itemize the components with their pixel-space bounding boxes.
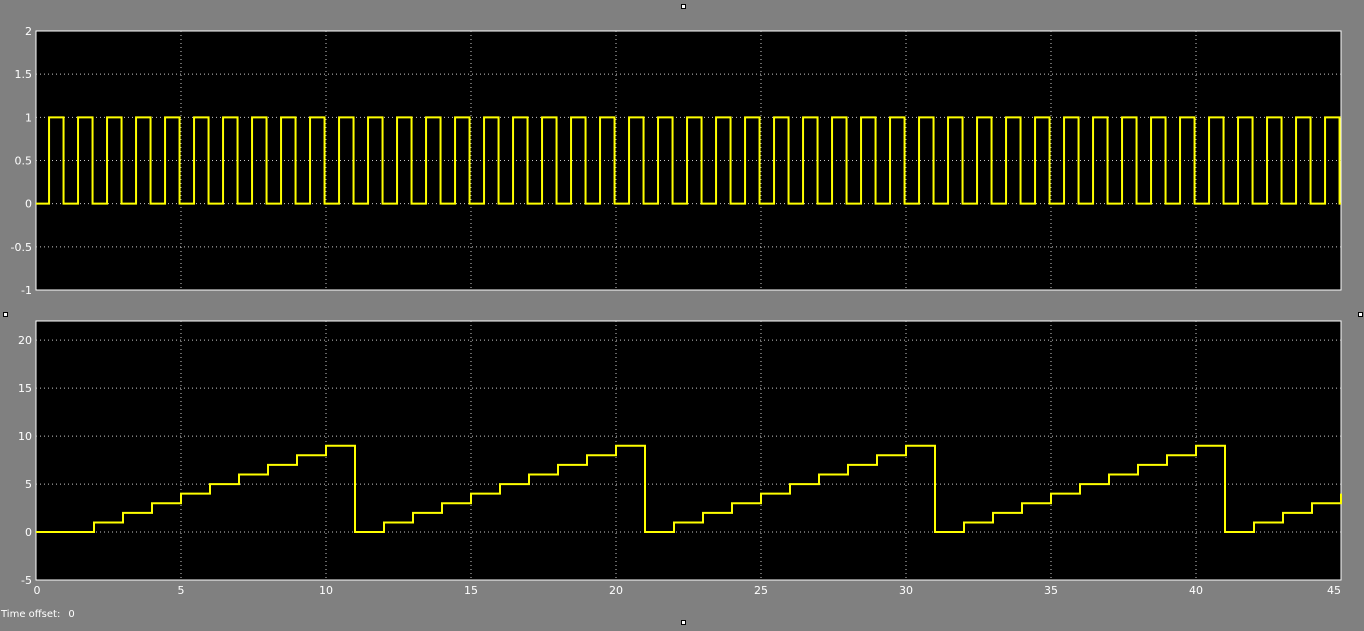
plot-area-bottom — [35, 320, 1342, 581]
y-tick-label-bottom: 15 — [18, 382, 32, 395]
y-tick-label-bottom: 0 — [25, 526, 32, 539]
scope-window: -1 -0.5 0 0.5 1 1.5 2 -5 0 5 10 15 20 0 5 10 15 20 25 30 35 4… — [0, 0, 1364, 627]
x-tick-label-bottom: 25 — [754, 584, 768, 597]
time-offset-value: 0 — [68, 609, 75, 620]
resize-handle-top[interactable] — [681, 4, 686, 9]
x-tick-label-bottom: 45 — [1327, 584, 1341, 597]
scope-plots: -1-0.500.511.52-5051015200 5 10 15 20 25 30 35 4… — [11, 25, 1342, 597]
x-tick-label-bottom: 20 — [609, 584, 623, 597]
x-tick-label-bottom: 5 — [178, 584, 185, 597]
x-tick-label-bottom: 0 — [34, 584, 41, 597]
x-tick-label-bottom: 10 — [319, 584, 333, 597]
time-offset-label: Time offset: — [1, 609, 61, 620]
x-tick-label-bottom: 15 — [464, 584, 478, 597]
y-tick-label-top: 1.5 — [15, 68, 33, 81]
resize-handle-right[interactable] — [1358, 312, 1363, 317]
y-tick-label-top: -1 — [21, 284, 32, 297]
y-tick-label-top: 0 — [25, 198, 32, 211]
y-tick-label-bottom: 5 — [25, 478, 32, 491]
x-tick-label-bottom: 40 — [1189, 584, 1203, 597]
time-offset-readout: Time offset: 0 — [1, 609, 75, 620]
resize-handle-left[interactable] — [3, 312, 8, 317]
y-tick-label-top: 1 — [25, 111, 32, 124]
resize-handle-bottom[interactable] — [681, 620, 686, 625]
x-tick-label-bottom: 30 — [899, 584, 913, 597]
y-tick-label-bottom: 20 — [18, 334, 32, 347]
y-tick-label-top: -0.5 — [11, 241, 32, 254]
y-tick-label-bottom: -5 — [21, 574, 32, 587]
y-tick-label-top: 0.5 — [15, 155, 33, 168]
x-tick-label-bottom: 35 — [1044, 584, 1058, 597]
y-tick-label-top: 2 — [25, 25, 32, 38]
y-tick-label-bottom: 10 — [18, 430, 32, 443]
